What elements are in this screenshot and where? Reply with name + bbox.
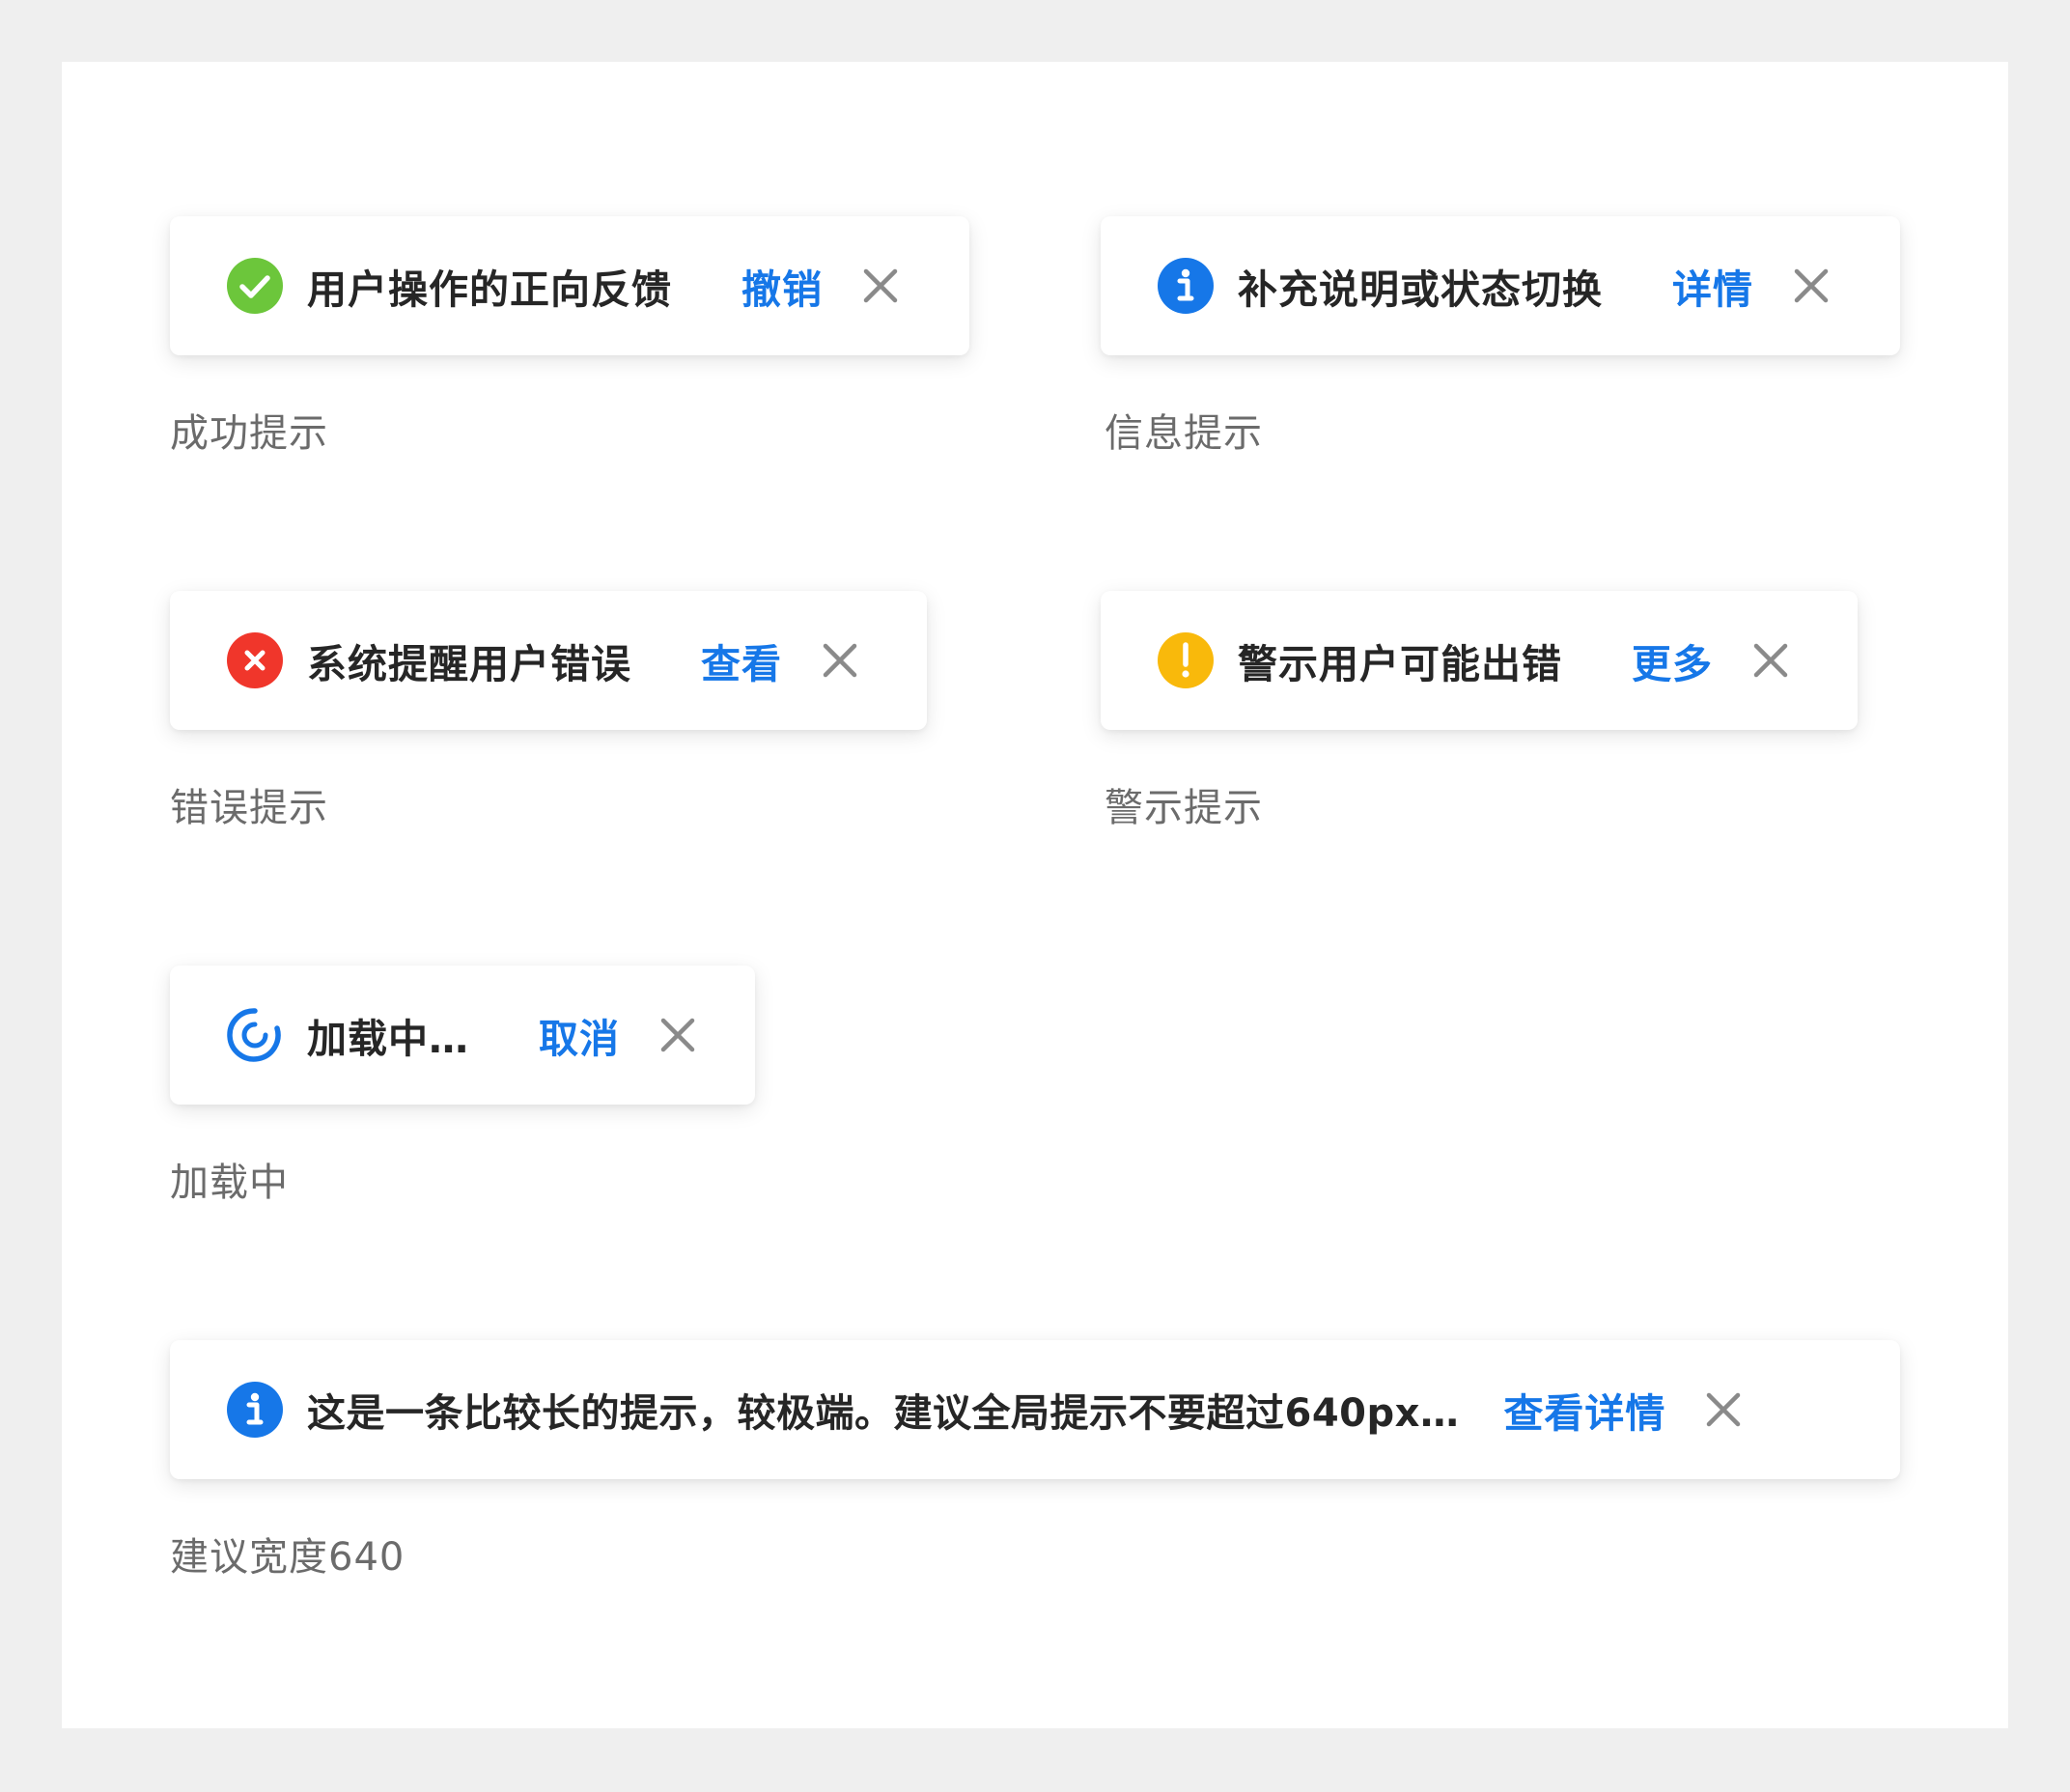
toast-caption: 错误提示 (170, 786, 328, 830)
toast-caption: 警示提示 (1105, 786, 1263, 830)
loading-spinner-icon (226, 1006, 284, 1064)
toast-message: 系统提醒用户错误 (307, 641, 631, 687)
content-panel: 用户操作的正向反馈 撤销 成功提示 补充说明或状态切换 详情 信息提示 系统提醒… (62, 62, 2008, 1728)
info-circle-icon (1157, 257, 1215, 315)
warning-toast: 警示用户可能出错 更多 (1101, 591, 1858, 730)
error-toast: 系统提醒用户错误 查看 (170, 591, 927, 730)
warning-circle-icon (1157, 631, 1215, 689)
view-details-link[interactable]: 查看详情 (1503, 1381, 1665, 1439)
toast-caption: 加载中 (170, 1161, 289, 1205)
close-icon[interactable] (1702, 1388, 1745, 1431)
error-circle-icon (226, 631, 284, 689)
toast-caption: 建议宽度640 (170, 1535, 406, 1580)
info-circle-icon (226, 1381, 284, 1439)
close-icon[interactable] (1749, 639, 1792, 682)
toast-message: 这是一条比较长的提示，较极端。建议全局提示不要超过640px… (307, 1391, 1460, 1436)
close-icon[interactable] (1790, 265, 1832, 307)
more-link[interactable]: 更多 (1632, 631, 1713, 689)
view-link[interactable]: 查看 (701, 631, 782, 689)
cancel-link[interactable]: 取消 (539, 1006, 620, 1064)
close-icon[interactable] (819, 639, 861, 682)
loading-toast: 加载中… 取消 (170, 966, 755, 1105)
check-circle-icon (226, 257, 284, 315)
details-link[interactable]: 详情 (1672, 257, 1753, 315)
undo-link[interactable]: 撤销 (741, 257, 823, 315)
toast-message: 警示用户可能出错 (1238, 641, 1562, 687)
toast-message: 用户操作的正向反馈 (307, 266, 672, 313)
long-info-toast: 这是一条比较长的提示，较极端。建议全局提示不要超过640px… 查看详情 (170, 1340, 1900, 1479)
close-icon[interactable] (657, 1014, 699, 1056)
toast-caption: 信息提示 (1105, 411, 1263, 456)
info-toast: 补充说明或状态切换 详情 (1101, 216, 1900, 355)
close-icon[interactable] (859, 265, 902, 307)
success-toast: 用户操作的正向反馈 撤销 (170, 216, 969, 355)
toast-caption: 成功提示 (170, 411, 328, 456)
toast-message: 加载中… (307, 1016, 469, 1062)
toast-message: 补充说明或状态切换 (1238, 266, 1603, 313)
